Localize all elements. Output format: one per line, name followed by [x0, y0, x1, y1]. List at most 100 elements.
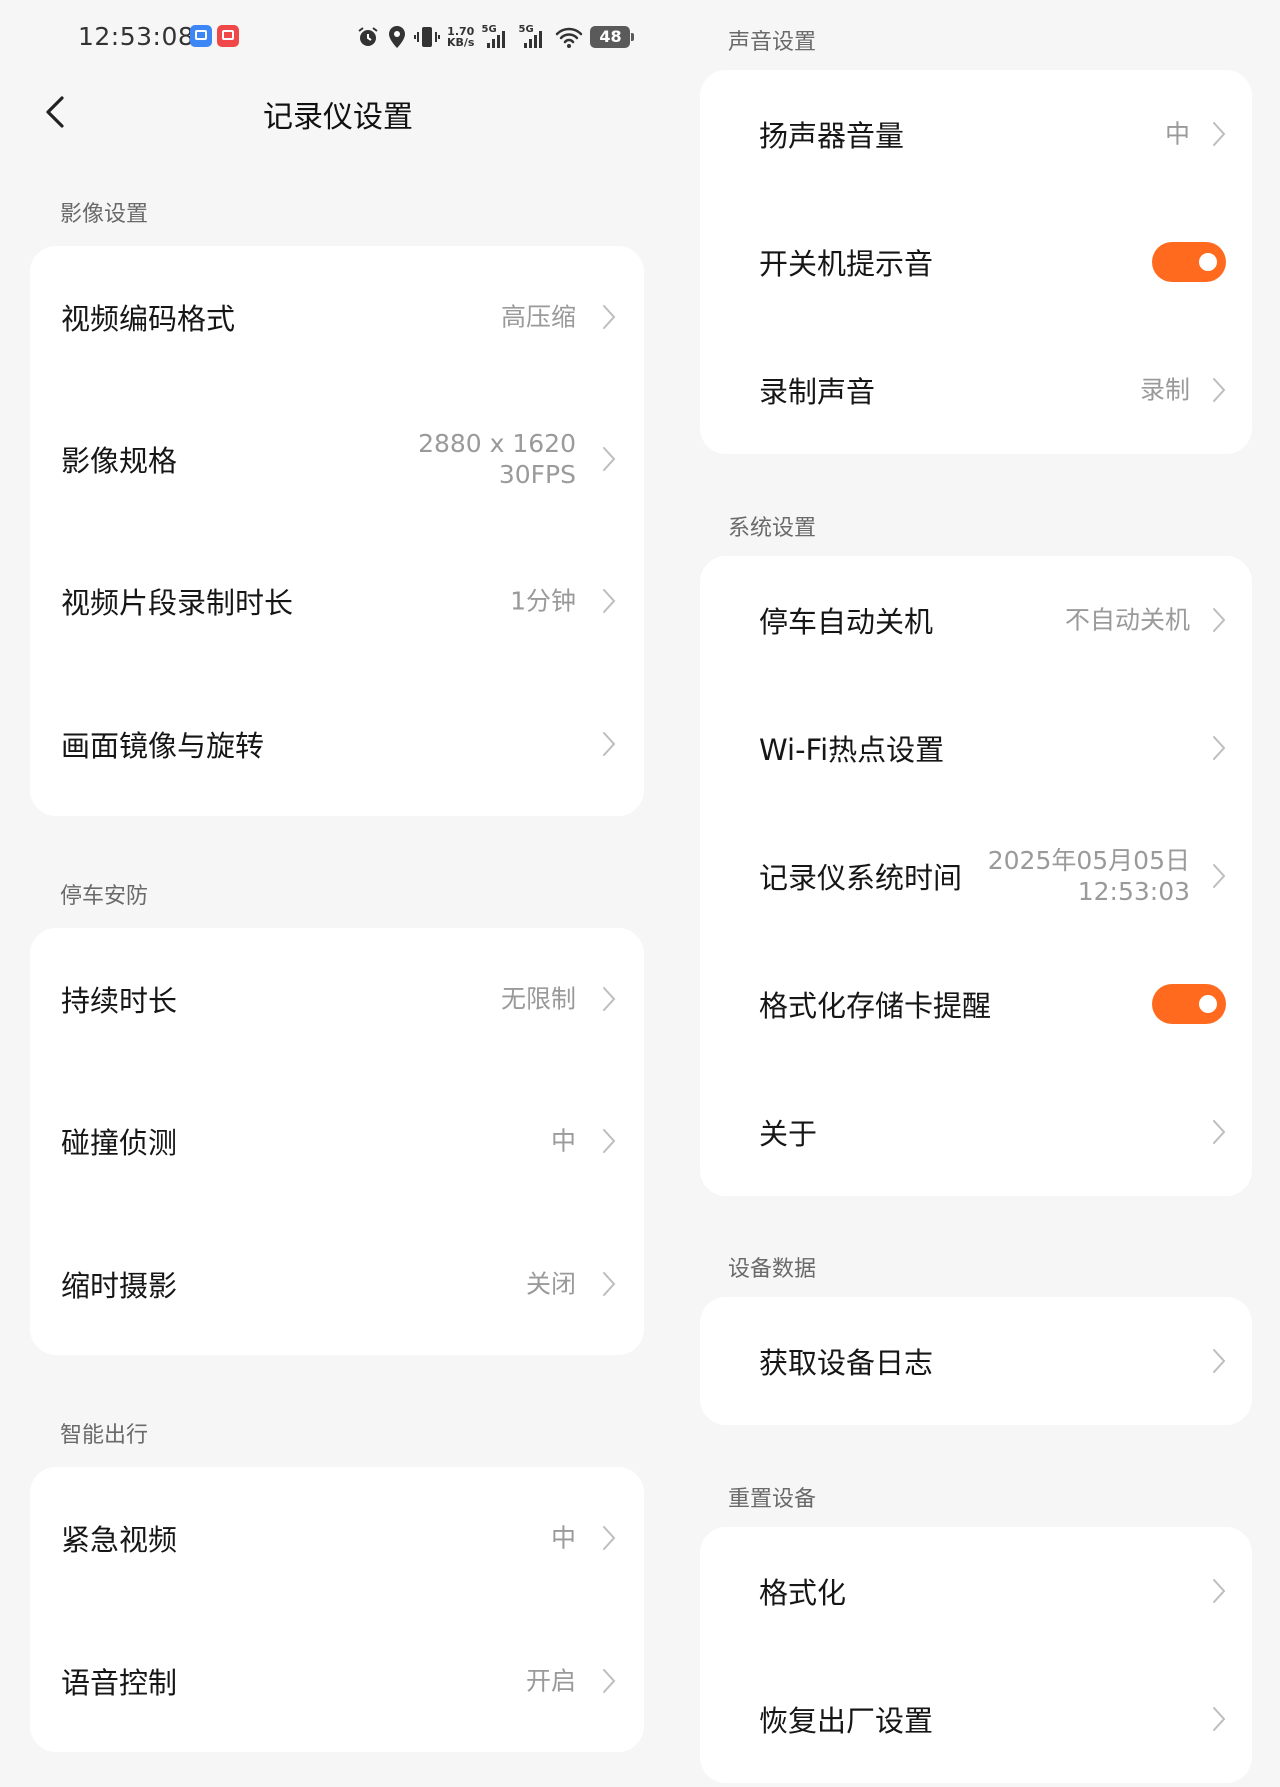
row-value: 关闭 [525, 1269, 576, 1298]
row-title: 画面镜像与旋转 [61, 729, 265, 763]
row-title: Wi-Fi热点设置 [759, 733, 945, 767]
row-title: 持续时长 [61, 984, 178, 1018]
row-title: 视频编码格式 [61, 302, 236, 336]
section-label-reset: 重置设备 [728, 1487, 817, 1512]
row-title: 记录仪系统时间 [759, 861, 963, 895]
row-value: 无限制 [500, 984, 576, 1014]
row-value: 2025年05月05日 12:53:03 [988, 845, 1190, 907]
chevron-right-icon [603, 447, 616, 471]
setting-row-speaker-volume[interactable]: 扬声器音量 中 [700, 70, 1252, 198]
setting-row-timelapse[interactable]: 缩时摄影 关闭 [30, 1212, 644, 1355]
row-title: 影像规格 [61, 444, 178, 478]
row-title: 关于 [759, 1117, 818, 1151]
format-reminder-toggle[interactable] [1152, 984, 1226, 1024]
setting-row-auto-shutdown[interactable]: 停车自动关机 不自动关机 [700, 556, 1252, 684]
vibrate-icon [414, 27, 440, 47]
device-data-card: 获取设备日志 [700, 1297, 1252, 1425]
right-panel: 声音设置 扬声器音量 中 开关机提示音 录制声音 录制 系统设置 停车自动关机 … [668, 0, 1280, 1787]
setting-row-emergency-video[interactable]: 紧急视频 中 [30, 1467, 644, 1609]
location-icon [389, 26, 405, 48]
setting-row-factory-reset[interactable]: 恢复出厂设置 [700, 1655, 1252, 1783]
chevron-right-icon [1213, 864, 1226, 888]
row-title: 开关机提示音 [759, 247, 934, 281]
section-label-smart: 智能出行 [60, 1423, 149, 1448]
setting-row-mirror-rotate[interactable]: 画面镜像与旋转 [30, 672, 644, 816]
chevron-right-icon [1213, 1707, 1226, 1731]
row-value-line1: 2025年05月05日 [987, 846, 1190, 875]
setting-row-record-audio[interactable]: 录制声音 录制 [700, 326, 1252, 454]
row-value: 中 [550, 1523, 576, 1553]
battery-icon: 48 [590, 26, 635, 48]
row-title: 语音控制 [61, 1665, 178, 1700]
row-value-line2: 12:53:03 [1077, 877, 1190, 906]
section-label-video: 影像设置 [60, 202, 149, 227]
network-speed: 1.70 KB/s [447, 26, 474, 48]
row-value: 中 [550, 1126, 576, 1156]
chevron-right-icon [603, 732, 616, 756]
parking-security-card: 持续时长 无限制 碰撞侦测 中 缩时摄影 关闭 [30, 928, 644, 1355]
row-title: 缩时摄影 [61, 1268, 178, 1303]
setting-row-system-time[interactable]: 记录仪系统时间 2025年05月05日 12:53:03 [700, 812, 1252, 940]
alarm-icon [358, 27, 378, 46]
row-title: 获取设备日志 [759, 1346, 934, 1380]
chevron-right-icon [1213, 608, 1226, 632]
row-value: 1分钟 [510, 586, 576, 616]
row-title: 恢复出厂设置 [759, 1704, 934, 1738]
chevron-right-icon [603, 589, 616, 613]
chevron-right-icon [603, 987, 616, 1011]
setting-row-format-reminder: 格式化存储卡提醒 [700, 940, 1252, 1068]
status-bar: 12:53:08 1.70 KB/s 5G 5G 48 [78, 18, 638, 58]
chevron-right-icon [603, 1129, 616, 1153]
row-title: 录制声音 [759, 375, 876, 409]
row-value: 录制 [1139, 375, 1190, 405]
row-value: 开启 [525, 1666, 576, 1695]
sound-settings-card: 扬声器音量 中 开关机提示音 录制声音 录制 [700, 70, 1252, 454]
chevron-right-icon [1213, 1579, 1226, 1603]
row-title: 扬声器音量 [759, 119, 905, 153]
row-value: 高压缩 [500, 302, 576, 332]
setting-row-voice-control[interactable]: 语音控制 开启 [30, 1609, 644, 1752]
row-title: 格式化存储卡提醒 [759, 989, 992, 1023]
section-label-sound: 声音设置 [728, 30, 817, 55]
chevron-right-icon [1213, 378, 1226, 402]
setting-row-collision[interactable]: 碰撞侦测 中 [30, 1070, 644, 1212]
setting-row-duration[interactable]: 持续时长 无限制 [30, 928, 644, 1070]
setting-row-about[interactable]: 关于 [700, 1068, 1252, 1196]
row-value-line1: 2880 x 1620 [418, 429, 576, 458]
app-icon-2 [217, 25, 239, 47]
chevron-right-icon [1213, 1120, 1226, 1144]
row-title: 停车自动关机 [759, 605, 934, 639]
signal-icon-2: 5G [518, 24, 548, 50]
wifi-icon [556, 27, 583, 48]
setting-row-clip-duration[interactable]: 视频片段录制时长 1分钟 [30, 530, 644, 672]
section-label-system: 系统设置 [728, 516, 817, 541]
net-speed-unit: KB/s [447, 36, 475, 49]
row-title: 紧急视频 [61, 1523, 178, 1557]
power-sound-toggle[interactable] [1152, 242, 1226, 282]
row-title: 视频片段录制时长 [61, 586, 294, 620]
chevron-right-icon [1213, 1349, 1226, 1373]
setting-row-power-sound: 开关机提示音 [700, 198, 1252, 326]
row-value-line2: 30FPS [498, 460, 576, 489]
setting-row-video-codec[interactable]: 视频编码格式 高压缩 [30, 246, 644, 388]
left-panel: 12:53:08 1.70 KB/s 5G 5G 48 记录仪设置 影像设置 视频… [0, 0, 660, 1787]
row-value: 中 [1164, 119, 1190, 149]
row-value: 不自动关机 [1064, 605, 1190, 635]
video-settings-card: 视频编码格式 高压缩 影像规格 2880 x 1620 30FPS 视频片段录制时… [30, 246, 644, 816]
row-title: 碰撞侦测 [61, 1126, 178, 1160]
setting-row-video-spec[interactable]: 影像规格 2880 x 1620 30FPS [30, 388, 644, 530]
chevron-right-icon [603, 1526, 616, 1550]
setting-row-format[interactable]: 格式化 [700, 1527, 1252, 1655]
setting-row-wifi-hotspot[interactable]: Wi-Fi热点设置 [700, 684, 1252, 812]
section-label-parking: 停车安防 [60, 884, 149, 909]
app-icon-1 [190, 25, 212, 47]
system-settings-card: 停车自动关机 不自动关机 Wi-Fi热点设置 记录仪系统时间 2025年05月0… [700, 556, 1252, 1196]
status-time: 12:53:08 [78, 22, 195, 51]
section-label-device-data: 设备数据 [728, 1257, 817, 1282]
row-title: 格式化 [759, 1576, 847, 1610]
chevron-right-icon [603, 1668, 616, 1693]
chevron-right-icon [603, 1271, 616, 1296]
row-value: 2880 x 1620 30FPS [418, 428, 576, 490]
setting-row-device-log[interactable]: 获取设备日志 [700, 1297, 1252, 1425]
page-title: 记录仪设置 [263, 100, 413, 135]
